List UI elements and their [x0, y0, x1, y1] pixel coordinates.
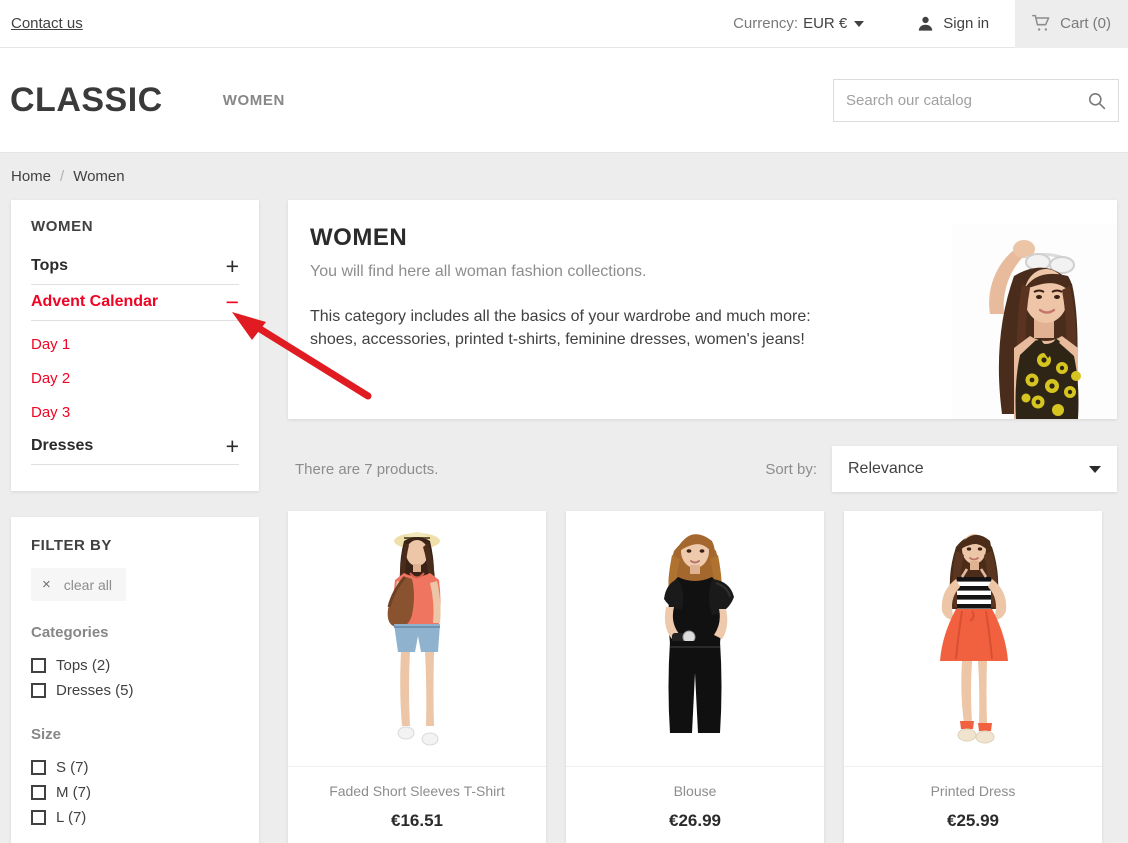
breadcrumb-separator: / — [60, 168, 65, 185]
filter-option-size-l[interactable]: L (7) — [31, 805, 239, 830]
checkbox-icon[interactable] — [31, 658, 46, 673]
category-banner-image — [952, 224, 1117, 419]
sidebar-item-label: Tops — [31, 257, 69, 274]
chevron-down-icon — [1089, 465, 1101, 473]
sidebar-item-label: Dresses — [31, 437, 94, 454]
close-icon: × — [42, 576, 51, 593]
sidebar-item-advent-calendar[interactable]: Advent Calendar − — [31, 285, 239, 321]
chevron-down-icon — [854, 20, 865, 27]
checkbox-icon[interactable] — [31, 683, 46, 698]
breadcrumb-home[interactable]: Home — [11, 168, 51, 185]
category-nav-card: WOMEN Tops + Advent Calendar − Day 1 Day… — [11, 200, 259, 491]
sidebar-item-dresses[interactable]: Dresses + — [31, 429, 239, 465]
filter-option-label: S (7) — [56, 759, 89, 776]
filter-option-label: Dresses (5) — [56, 682, 134, 699]
category-nav-title: WOMEN — [31, 218, 94, 235]
plus-icon[interactable]: + — [226, 255, 239, 278]
advent-calendar-sublist: Day 1 Day 2 Day 3 — [31, 321, 239, 429]
sidebar-item-label: Advent Calendar — [31, 293, 159, 310]
top-bar-right: Currency: EUR € Sign in Cart (0) — [733, 0, 1128, 48]
plus-icon[interactable]: + — [226, 435, 239, 458]
filter-option-size-s[interactable]: S (7) — [31, 755, 239, 780]
sort-bar: There are 7 products. Sort by: Relevance — [288, 446, 1117, 492]
filter-title: FILTER BY — [31, 537, 112, 554]
sort-by-select[interactable]: Relevance — [832, 446, 1117, 492]
currency-selector[interactable]: Currency: EUR € — [733, 15, 865, 32]
cart-label: Cart (0) — [1060, 15, 1111, 32]
product-image[interactable] — [844, 511, 1102, 767]
search-box[interactable] — [833, 78, 1119, 122]
checkbox-icon[interactable] — [31, 785, 46, 800]
nav-item-women[interactable]: WOMEN — [223, 92, 285, 109]
currency-value: EUR € — [803, 15, 848, 32]
product-image[interactable] — [566, 511, 824, 767]
product-card[interactable]: Printed Dress €25.99 — [844, 511, 1102, 843]
facet-title-categories: Categories — [31, 624, 109, 641]
category-description: This category includes all the basics of… — [310, 308, 811, 349]
product-image[interactable] — [288, 511, 546, 767]
product-name[interactable]: Blouse — [576, 783, 814, 799]
contact-us-link[interactable]: Contact us — [11, 15, 83, 32]
product-info: Faded Short Sleeves T-Shirt €16.51 — [288, 767, 546, 843]
site-logo[interactable]: CLASSIC — [10, 81, 163, 120]
product-price: €26.99 — [669, 811, 721, 830]
category-banner: WOMEN You will find here all woman fashi… — [288, 200, 1117, 419]
filter-option-label: Tops (2) — [56, 657, 111, 674]
product-info: Printed Dress €25.99 — [844, 767, 1102, 843]
user-icon — [916, 14, 935, 33]
checkbox-icon[interactable] — [31, 760, 46, 775]
filter-option-label: L (7) — [56, 809, 87, 826]
site-header: CLASSIC WOMEN — [0, 48, 1128, 153]
filter-option-size-m[interactable]: M (7) — [31, 780, 239, 805]
sidebar-item-tops[interactable]: Tops + — [31, 249, 239, 285]
page-content: WOMEN Tops + Advent Calendar − Day 1 Day… — [0, 200, 1128, 843]
sort-by-label: Sort by: — [765, 460, 817, 478]
currency-label: Currency: — [733, 15, 799, 32]
search-icon[interactable] — [1087, 91, 1106, 110]
sidebar-subitem-day-3[interactable]: Day 3 — [31, 395, 239, 429]
product-price: €16.51 — [391, 811, 443, 830]
left-sidebar: WOMEN Tops + Advent Calendar − Day 1 Day… — [11, 200, 259, 843]
product-name[interactable]: Faded Short Sleeves T-Shirt — [298, 783, 536, 799]
product-count: There are 7 products. — [295, 460, 439, 478]
product-card[interactable]: Blouse €26.99 — [566, 511, 824, 843]
filter-option-dresses[interactable]: Dresses (5) — [31, 678, 239, 703]
breadcrumb: Home / Women — [0, 153, 1128, 200]
breadcrumb-current[interactable]: Women — [73, 168, 124, 185]
filter-option-tops[interactable]: Tops (2) — [31, 653, 239, 678]
minus-icon[interactable]: − — [226, 291, 239, 314]
facet-title-size: Size — [31, 726, 62, 743]
clear-all-button[interactable]: × clear all — [31, 568, 127, 601]
shopping-cart-icon — [1031, 14, 1052, 33]
sort-by-value: Relevance — [848, 460, 924, 477]
product-card[interactable]: Faded Short Sleeves T-Shirt €16.51 — [288, 511, 546, 843]
filter-option-label: M (7) — [56, 784, 91, 801]
clear-all-label: clear all — [63, 576, 113, 593]
sign-in-button[interactable]: Sign in — [916, 14, 989, 33]
search-input[interactable] — [846, 91, 1087, 109]
cart-button[interactable]: Cart (0) — [1015, 0, 1128, 48]
top-bar: Contact us Currency: EUR € Sign in Cart … — [0, 0, 1128, 48]
product-price: €25.99 — [947, 811, 999, 830]
sign-in-label: Sign in — [943, 15, 990, 32]
product-info: Blouse €26.99 — [566, 767, 824, 843]
product-name[interactable]: Printed Dress — [854, 783, 1092, 799]
sidebar-subitem-day-2[interactable]: Day 2 — [31, 361, 239, 395]
filter-card: FILTER BY × clear all Categories Tops (2… — [11, 517, 259, 843]
sidebar-subitem-day-1[interactable]: Day 1 — [31, 327, 239, 361]
checkbox-icon[interactable] — [31, 810, 46, 825]
main-column: WOMEN You will find here all woman fashi… — [288, 200, 1117, 843]
product-grid: Faded Short Sleeves T-Shirt €16.51 Blous… — [288, 511, 1117, 843]
